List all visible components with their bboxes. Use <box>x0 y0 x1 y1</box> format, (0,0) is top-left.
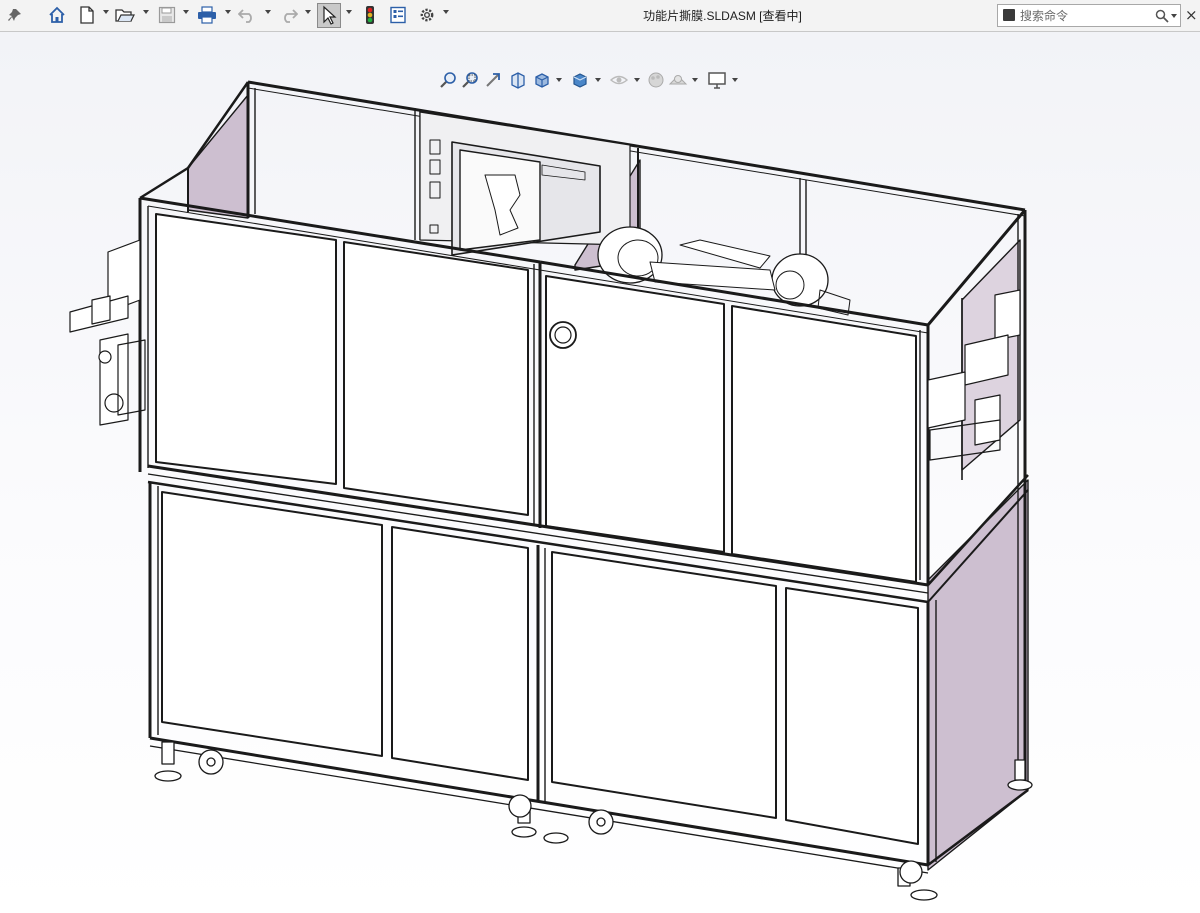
assembly-model[interactable] <box>0 32 1200 913</box>
close-icon[interactable]: × <box>1185 6 1199 24</box>
search-dropdown-arrow-icon[interactable] <box>1171 14 1177 18</box>
search-input[interactable] <box>1020 7 1146 24</box>
search-icon[interactable] <box>1155 9 1169 23</box>
search-command-box[interactable] <box>997 4 1181 27</box>
command-prompt-icon <box>1003 9 1015 21</box>
main-toolbar: 功能片撕膜.SLDASM [查看中] × <box>0 0 1200 32</box>
graphics-area[interactable] <box>0 32 1200 913</box>
